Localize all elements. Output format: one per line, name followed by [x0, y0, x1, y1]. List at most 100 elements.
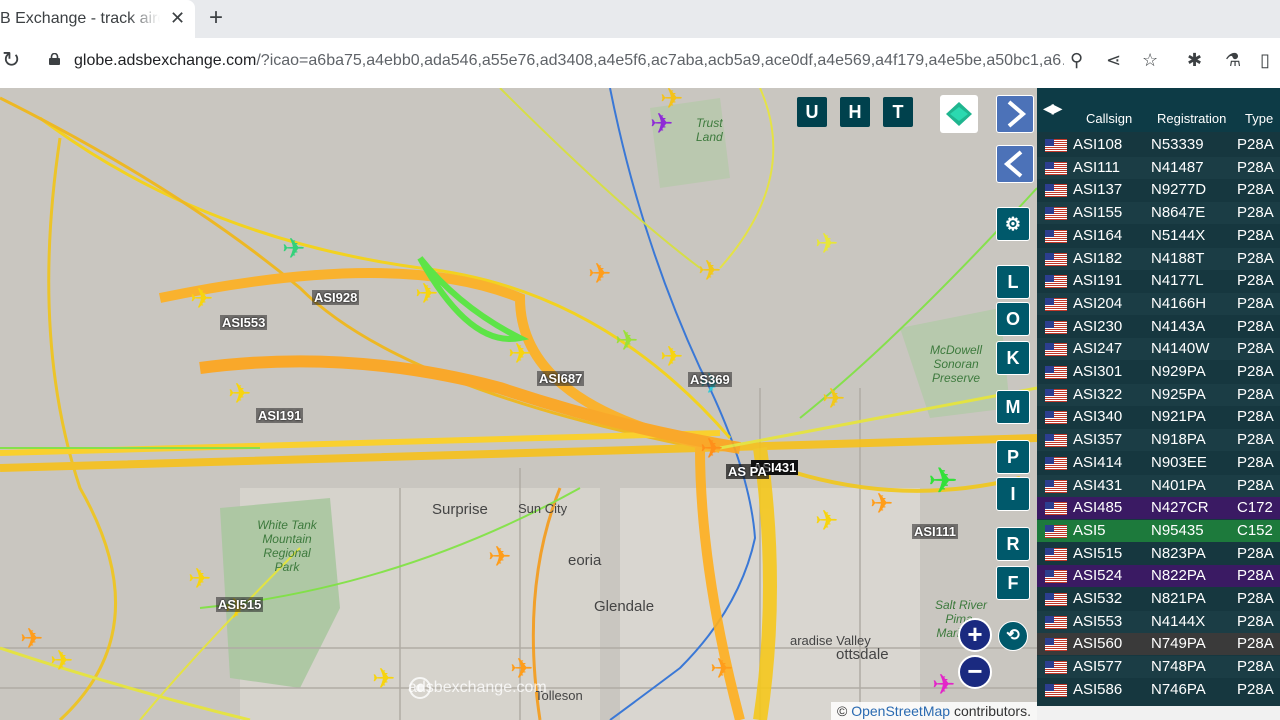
bookmark-star-icon[interactable]: ☆ — [1142, 50, 1158, 71]
table-row[interactable]: ASI204 N4166H P28A — [1037, 292, 1280, 315]
map-button-p[interactable]: P — [996, 440, 1030, 474]
table-row[interactable]: ASI164 N5144X P28A — [1037, 224, 1280, 247]
map-button-h[interactable]: H — [840, 97, 870, 127]
lab-flask-icon[interactable]: ⚗ — [1225, 50, 1241, 71]
cell-callsign: ASI5 — [1073, 521, 1106, 539]
cell-registration: N821PA — [1151, 590, 1206, 607]
us-flag-icon — [1045, 593, 1067, 606]
browser-tab[interactable]: B Exchange - track aircraft ✕ — [0, 0, 195, 38]
new-tab-button[interactable]: + — [209, 4, 223, 32]
chevron-right-icon — [1007, 100, 1027, 128]
cell-callsign: ASI485 — [1073, 499, 1123, 517]
address-bar[interactable]: globe.adsbexchange.com/?icao=a6ba75,a4eb… — [40, 44, 1065, 80]
table-row[interactable]: ASI322 N925PA P28A — [1037, 383, 1280, 406]
cell-registration: N4166H — [1151, 294, 1207, 312]
aircraft-label[interactable]: ASI687 — [537, 371, 585, 386]
aircraft-label[interactable]: ASI111 — [912, 524, 958, 539]
map-button-m[interactable]: M — [996, 390, 1030, 424]
settings-button[interactable]: ⚙ — [996, 207, 1030, 241]
share-icon[interactable]: ⋖ — [1106, 50, 1121, 71]
table-row[interactable]: ASI191 N4177L P28A — [1037, 270, 1280, 293]
us-flag-icon — [1045, 207, 1067, 221]
table-row[interactable]: ASI111 N41487 P28A — [1037, 156, 1280, 179]
header-callsign[interactable]: Callsign — [1086, 111, 1132, 126]
place-mcdowell: McDowell Sonoran Preserve — [930, 343, 983, 385]
aircraft-label[interactable]: ASI191 — [256, 408, 304, 423]
browser-toolbar: ↻ globe.adsbexchange.com/?icao=a6ba75,a4… — [0, 38, 1280, 89]
cell-callsign: ASI111 — [1073, 158, 1120, 176]
attribution-prefix: © — [837, 703, 848, 719]
side-panel-icon[interactable]: ▯ — [1260, 50, 1270, 71]
reload-icon[interactable]: ↻ — [2, 47, 20, 73]
table-row[interactable]: ASI532 N821PA P28A — [1037, 588, 1280, 610]
map-button-u[interactable]: U — [797, 97, 827, 127]
cell-type: P28A — [1237, 226, 1274, 244]
table-row[interactable]: ASI414 N903EE P28A — [1037, 451, 1280, 474]
us-flag-icon — [1045, 411, 1067, 425]
table-row[interactable]: ASI553 N4144X P28A — [1037, 610, 1280, 633]
attribution-suffix: contributors. — [953, 703, 1031, 719]
table-row[interactable]: ASI340 N921PA P28A — [1037, 406, 1280, 429]
cell-registration: N921PA — [1151, 408, 1206, 426]
table-row[interactable]: ASI108 N53339 P28A — [1037, 134, 1280, 156]
aircraft-label[interactable]: ASI515 — [216, 597, 264, 612]
table-row[interactable]: ASI577 N748PA P28A — [1037, 656, 1280, 679]
layers-icon — [946, 102, 972, 126]
expand-right-button[interactable] — [996, 95, 1034, 133]
map-button-f[interactable]: F — [996, 566, 1030, 600]
table-row[interactable]: ASI560 N749PA P28A — [1037, 633, 1280, 656]
table-row[interactable]: ASI182 N4188T P28A — [1037, 247, 1280, 270]
osm-link[interactable]: OpenStreetMap — [851, 703, 950, 719]
place-sun-city: Sun City — [518, 501, 568, 516]
map-button-l[interactable]: L — [996, 265, 1030, 299]
zoom-in-button[interactable]: + — [958, 618, 992, 652]
table-row[interactable]: ASI357 N918PA P28A — [1037, 429, 1280, 452]
table-row[interactable]: ASI586 N746PA P28A — [1037, 678, 1280, 701]
table-row[interactable]: ASI155 N8647E P28A — [1037, 202, 1280, 225]
replay-button[interactable]: ⟲ — [998, 621, 1028, 651]
cell-callsign: ASI515 — [1073, 544, 1123, 562]
table-row[interactable]: ASI5 N95435 C152 — [1037, 519, 1280, 542]
extensions-puzzle-icon[interactable]: ✱ — [1187, 50, 1202, 71]
aircraft-icon: ✈ — [660, 340, 683, 373]
zoom-out-button[interactable]: − — [958, 655, 992, 689]
location-icon[interactable]: ⚲ — [1070, 50, 1083, 71]
table-row[interactable]: ASI301 N929PA P28A — [1037, 361, 1280, 383]
cell-type: P28A — [1237, 363, 1274, 380]
expand-left-button[interactable] — [996, 145, 1034, 183]
aircraft-label[interactable]: ASI928 — [312, 290, 360, 305]
table-row[interactable]: ASI247 N4140W P28A — [1037, 338, 1280, 361]
map-button-i[interactable]: I — [996, 477, 1030, 511]
table-row[interactable]: ASI431 N401PA P28A — [1037, 474, 1280, 497]
map-button-k[interactable]: K — [996, 341, 1030, 375]
cell-callsign: ASI322 — [1073, 385, 1123, 403]
place-peoria: eoria — [568, 552, 602, 569]
table-row[interactable]: ASI137 N9277D P28A — [1037, 179, 1280, 202]
cell-registration: N4177L — [1151, 272, 1204, 290]
layers-button[interactable] — [940, 95, 978, 133]
table-row[interactable]: ASI485 N427CR C172 — [1037, 497, 1280, 520]
table-horizontal-scrollbar[interactable] — [1037, 706, 1280, 720]
map-canvas: ✈ ✈ ✈ ✈ ✈ ✈ ✈ ✈ ✈ ✈ ✈ ✈ ✈ ✈ ✈ ✈ ✈ ✈ ✈ ✈ … — [0, 88, 1037, 720]
cell-registration: N95435 — [1151, 521, 1204, 539]
cell-callsign: ASI414 — [1073, 453, 1123, 471]
flight-map[interactable]: ✈ ✈ ✈ ✈ ✈ ✈ ✈ ✈ ✈ ✈ ✈ ✈ ✈ ✈ ✈ ✈ ✈ ✈ ✈ ✈ … — [0, 88, 1037, 720]
table-row[interactable]: ASI515 N823PA P28A — [1037, 542, 1280, 565]
header-type[interactable]: Type — [1245, 111, 1273, 126]
replay-icon: ⟲ — [1006, 627, 1020, 644]
aircraft-label[interactable]: ASI553 — [220, 315, 268, 330]
header-registration[interactable]: Registration — [1157, 111, 1226, 126]
table-row[interactable]: ASI524 N822PA P28A — [1037, 565, 1280, 588]
collapse-panel-icon[interactable]: ◀▶ — [1043, 100, 1062, 117]
map-button-o[interactable]: O — [996, 302, 1030, 336]
aircraft-label[interactable]: AS PA — [726, 464, 769, 479]
map-button-t[interactable]: T — [883, 97, 913, 127]
tab-close-icon[interactable]: ✕ — [170, 8, 185, 29]
aircraft-icon: ✈ — [190, 282, 213, 315]
aircraft-label[interactable]: AS369 — [688, 372, 732, 387]
table-row[interactable]: ASI230 N4143A P28A — [1037, 315, 1280, 338]
aircraft-icon: ✈ — [508, 337, 531, 370]
aircraft-icon: ✈ — [815, 227, 838, 260]
map-button-r[interactable]: R — [996, 527, 1030, 561]
cell-type: P28A — [1237, 408, 1274, 426]
